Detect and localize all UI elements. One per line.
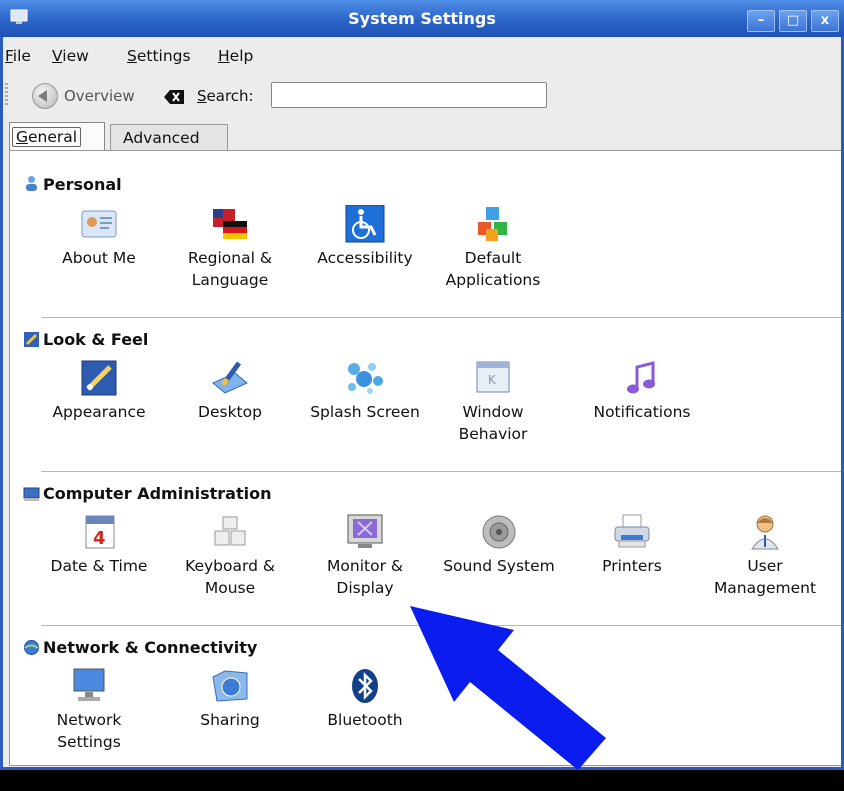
section-title-network-connectivity: Network & Connectivity <box>43 638 258 657</box>
item-label: Sound System <box>443 557 555 575</box>
tab-advanced[interactable]: Advanced <box>110 124 228 151</box>
item-label: Keyboard & Mouse <box>185 557 275 597</box>
network-settings-item[interactable]: Network Settings <box>24 667 154 753</box>
item-label: Sharing <box>200 711 260 729</box>
item-label: Appearance <box>52 403 146 421</box>
computer-icon <box>23 487 40 501</box>
monitor-display-item[interactable]: Monitor & Display <box>300 513 430 599</box>
user-icon <box>751 515 779 550</box>
back-arrow-icon[interactable] <box>32 83 58 109</box>
overview-button[interactable]: Overview <box>64 87 135 105</box>
flags-icon <box>213 209 247 239</box>
item-label: Printers <box>602 557 662 575</box>
desktop-brush-icon <box>212 361 248 394</box>
section-title-personal: Personal <box>43 175 122 194</box>
system-settings-window: System Settings – □ x File View Settings… <box>0 0 844 770</box>
window-behavior-item[interactable]: K Window Behavior <box>428 359 558 445</box>
sharing-folder-icon <box>212 670 248 702</box>
globe-icon <box>24 640 39 655</box>
tab-general-label: General <box>12 127 82 147</box>
section-title-look-feel: Look & Feel <box>43 330 149 349</box>
item-label: Regional & Language <box>188 249 272 289</box>
bluetooth-item[interactable]: Bluetooth <box>300 667 430 731</box>
bubbles-icon <box>348 363 383 394</box>
maximize-button[interactable]: □ <box>779 10 807 32</box>
menu-view[interactable]: View <box>52 47 89 65</box>
bluetooth-icon <box>352 669 378 703</box>
section-divider <box>41 317 841 318</box>
accessibility-item[interactable]: Accessibility <box>300 205 430 269</box>
default-applications-item[interactable]: Default Applications <box>428 205 558 291</box>
item-label: Desktop <box>198 403 262 421</box>
paint-icon <box>81 360 117 396</box>
printer-icon <box>614 514 650 548</box>
item-label: Date & Time <box>50 557 148 575</box>
printers-item[interactable]: Printers <box>567 513 697 577</box>
sharing-item[interactable]: Sharing <box>165 667 295 731</box>
keyboard-mouse-item[interactable]: Keyboard & Mouse <box>165 513 295 599</box>
search-label: Search: <box>197 87 254 105</box>
keyboard-icon <box>214 516 246 546</box>
cubes-icon <box>478 207 507 241</box>
wheelchair-icon <box>345 205 385 243</box>
item-label: Window Behavior <box>458 403 528 443</box>
minimize-button[interactable]: – <box>747 10 775 32</box>
item-label: Default Applications <box>445 249 541 289</box>
svg-text:K: K <box>488 373 497 387</box>
desktop-item[interactable]: Desktop <box>165 359 295 423</box>
window-icon: K <box>476 361 510 393</box>
tab-advanced-label: Advanced <box>123 129 200 147</box>
sound-system-item[interactable]: Sound System <box>434 513 564 577</box>
svg-text:4: 4 <box>93 528 106 549</box>
toolbar-grip[interactable] <box>5 83 8 107</box>
title-bar[interactable]: System Settings – □ x <box>0 0 844 37</box>
id-card-icon <box>81 210 117 238</box>
window-border-left <box>0 37 3 770</box>
music-note-icon <box>627 361 655 394</box>
section-divider <box>41 471 841 472</box>
menu-help[interactable]: Help <box>218 47 253 65</box>
window-border-bottom <box>0 767 844 770</box>
section-title-computer-administration: Computer Administration <box>43 484 272 503</box>
menu-bar: File View Settings Help <box>0 37 844 75</box>
item-label: User Management <box>713 557 817 597</box>
menu-file[interactable]: File <box>5 47 31 65</box>
item-label: Splash Screen <box>310 403 420 421</box>
menu-settings[interactable]: Settings <box>127 47 191 65</box>
calendar-icon: 4 <box>85 515 115 549</box>
person-icon <box>26 176 37 191</box>
network-monitor-icon <box>73 668 105 701</box>
item-label: Notifications <box>593 403 691 421</box>
search-input[interactable] <box>271 82 547 108</box>
notifications-item[interactable]: Notifications <box>577 359 707 423</box>
section-divider <box>41 625 841 626</box>
clear-search-icon[interactable] <box>164 90 184 104</box>
settings-panel: Personal About Me Regional & Language Ac… <box>9 150 844 766</box>
about-me-item[interactable]: About Me <box>34 205 164 269</box>
close-button[interactable]: x <box>811 10 839 32</box>
look-feel-icon <box>24 332 39 347</box>
item-label: About Me <box>62 249 136 267</box>
regional-language-item[interactable]: Regional & Language <box>165 205 295 291</box>
appearance-item[interactable]: Appearance <box>34 359 164 423</box>
date-time-item[interactable]: 4 Date & Time <box>34 513 164 577</box>
item-label: Monitor & Display <box>327 557 403 597</box>
item-label: Bluetooth <box>327 711 403 729</box>
item-label: Network Settings <box>56 711 122 751</box>
tab-general[interactable]: General <box>9 122 105 150</box>
speaker-icon <box>482 515 516 549</box>
window-title: System Settings <box>348 9 496 28</box>
monitor-icon <box>347 514 383 548</box>
item-label: Accessibility <box>317 249 413 267</box>
user-management-item[interactable]: User Management <box>700 513 830 599</box>
splash-screen-item[interactable]: Splash Screen <box>300 359 430 423</box>
